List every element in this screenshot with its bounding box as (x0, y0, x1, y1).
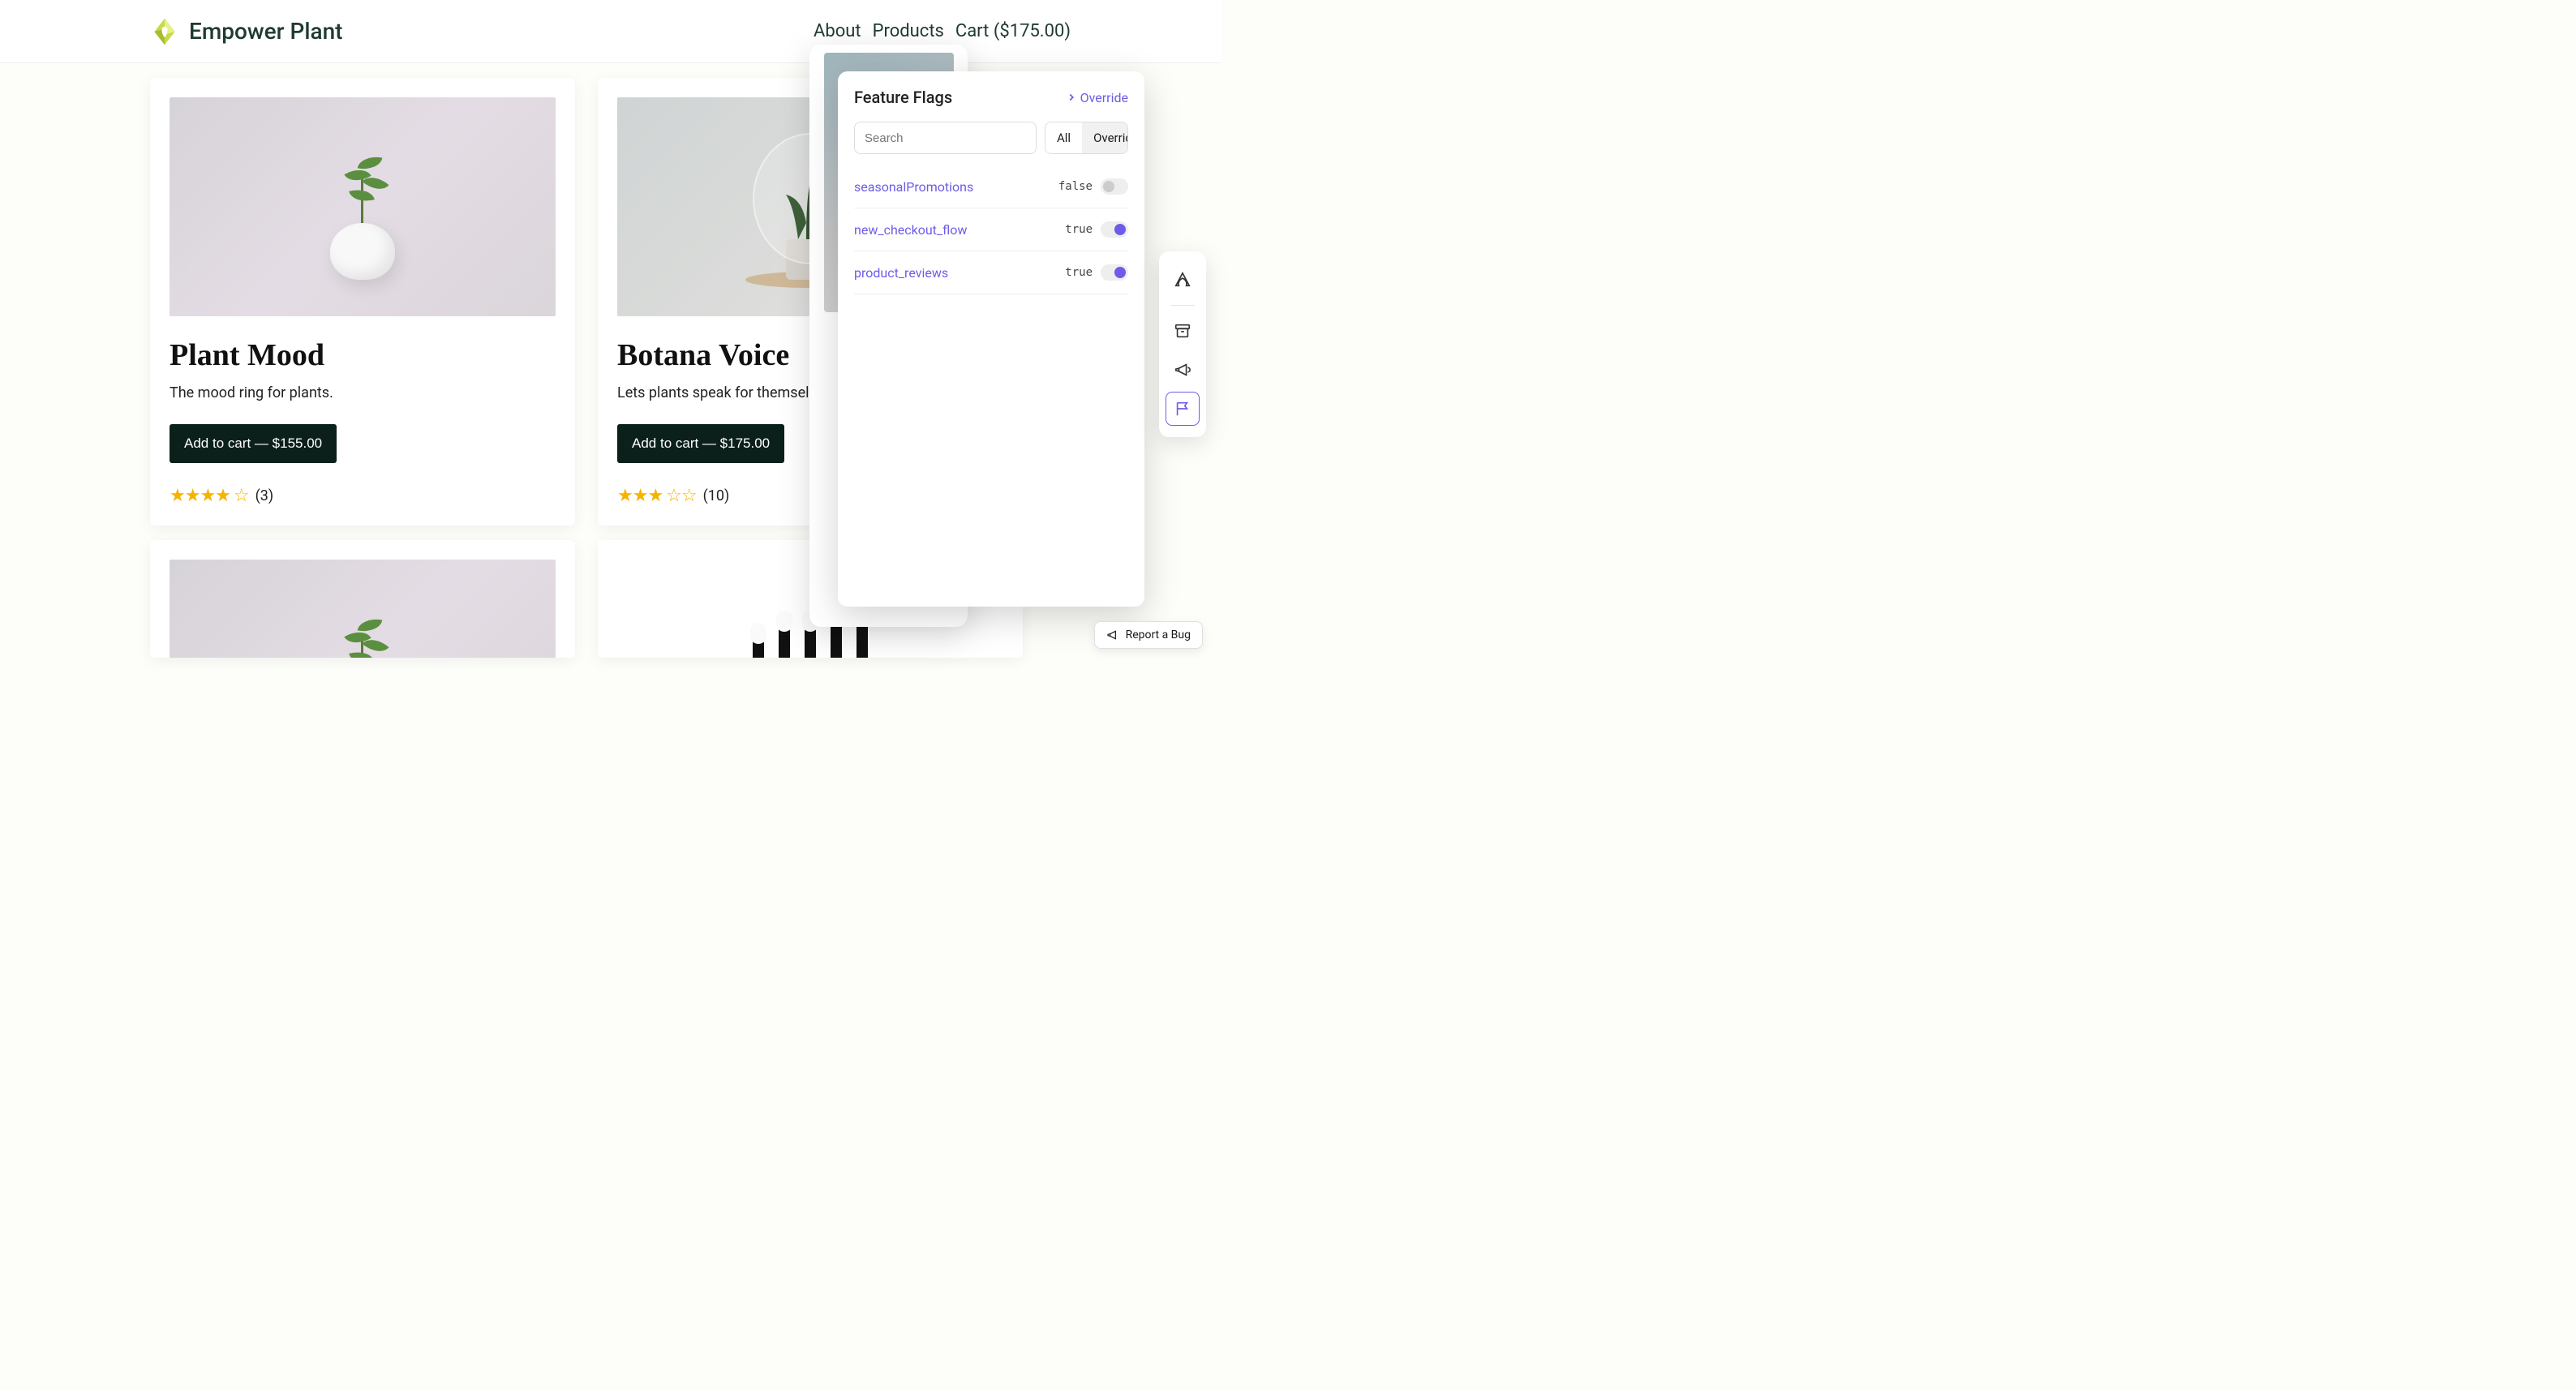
star-empty-icon: ☆ (234, 486, 249, 506)
flag-toggle[interactable] (1101, 264, 1128, 281)
nav-cart[interactable]: Cart ($175.00) (955, 21, 1071, 41)
archive-icon[interactable] (1166, 314, 1200, 348)
site-header: Empower Plant About Products Cart ($175.… (0, 0, 1221, 63)
report-bug-button[interactable]: Report a Bug (1094, 621, 1203, 649)
megaphone-icon (1106, 629, 1119, 641)
brand-logo-icon (150, 17, 179, 46)
flag-icon[interactable] (1166, 392, 1200, 426)
main-nav: About Products Cart ($175.00) (814, 21, 1071, 41)
feature-flag-row: new_checkout_flow true (854, 208, 1128, 251)
product-title: Plant Mood (170, 337, 556, 373)
star-filled-icon: ★★★ (617, 486, 663, 506)
rating-count: (10) (703, 487, 730, 504)
product-description: The mood ring for plants. (170, 384, 556, 401)
feature-flag-row: product_reviews true (854, 251, 1128, 294)
product-image (170, 560, 556, 658)
flag-key[interactable]: product_reviews (854, 265, 948, 281)
feature-flags-search-input[interactable] (854, 122, 1037, 154)
feature-flags-panel: Feature Flags Override All Overrides sea… (838, 71, 1144, 607)
flag-toggle[interactable] (1101, 178, 1128, 195)
feature-flag-row: seasonalPromotions false (854, 165, 1128, 208)
product-card (150, 540, 575, 658)
feature-flags-title: Feature Flags (854, 88, 952, 107)
flag-value: false (1058, 180, 1093, 193)
product-rating: ★★★★☆ (3) (170, 486, 556, 506)
product-image (170, 97, 556, 316)
flag-value: true (1065, 223, 1093, 236)
flag-value: true (1065, 266, 1093, 279)
product-card: Plant Mood The mood ring for plants. Add… (150, 78, 575, 526)
add-to-cart-button[interactable]: Add to cart — $155.00 (170, 424, 337, 463)
star-filled-icon: ★★★★ (170, 486, 230, 506)
add-to-cart-button[interactable]: Add to cart — $175.00 (617, 424, 784, 463)
brand-name: Empower Plant (189, 18, 342, 45)
report-bug-label: Report a Bug (1126, 629, 1191, 641)
brand[interactable]: Empower Plant (150, 17, 342, 46)
nav-about[interactable]: About (814, 21, 861, 41)
devtools-sidebar (1159, 251, 1206, 437)
nav-products[interactable]: Products (873, 21, 944, 41)
flag-key[interactable]: new_checkout_flow (854, 222, 967, 238)
tab-overrides[interactable]: Overrides (1082, 122, 1128, 153)
rating-count: (3) (255, 487, 274, 504)
feature-flags-filter-tabs: All Overrides (1045, 122, 1128, 154)
star-empty-icon: ☆☆ (666, 486, 696, 506)
tab-all[interactable]: All (1045, 122, 1082, 153)
chevron-right-icon (1066, 92, 1077, 103)
megaphone-icon[interactable] (1166, 353, 1200, 387)
sentry-icon[interactable] (1166, 263, 1200, 297)
flag-key[interactable]: seasonalPromotions (854, 179, 973, 195)
flag-toggle[interactable] (1101, 221, 1128, 238)
override-label: Override (1080, 90, 1128, 105)
override-link[interactable]: Override (1066, 90, 1128, 105)
